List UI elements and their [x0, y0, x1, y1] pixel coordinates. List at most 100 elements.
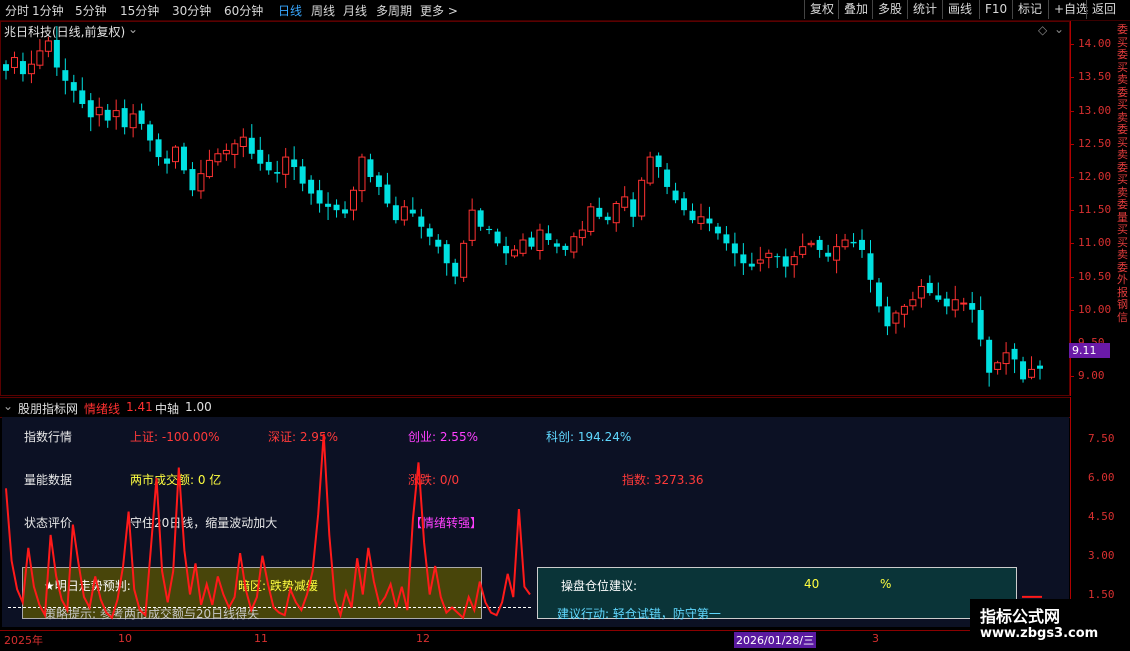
candle-body [960, 302, 968, 305]
candle-body [299, 166, 306, 184]
watermark-url: www.zbgs3.com [980, 626, 1099, 641]
mid-axis-label: 中轴 [155, 402, 180, 416]
period-weekly[interactable]: 周线 [311, 2, 335, 19]
date-label-oct: 10 [118, 632, 132, 645]
candle-body [587, 206, 595, 232]
date-axis: 2025年 10 11 12 3 2026/01/28/三 [0, 630, 1070, 651]
candle-body [714, 226, 721, 234]
period-60min[interactable]: 60分钟 [224, 2, 263, 19]
multi-stock-button[interactable]: 多股 [872, 0, 907, 19]
candle-body [562, 245, 569, 250]
indicator-name: 股朋指标网 [18, 402, 79, 416]
period-more[interactable]: 更多 > [420, 2, 458, 19]
candle-body [205, 159, 213, 178]
candle-body [621, 196, 629, 208]
candle-body [969, 303, 976, 310]
candle-body [409, 209, 416, 214]
period-intraday[interactable]: 分时 [5, 2, 29, 19]
candle-body [19, 61, 26, 75]
candle-body [825, 252, 832, 257]
price-tick-label: 13.00 [1078, 103, 1112, 117]
mood-line-chart[interactable] [0, 417, 1070, 629]
candle-body [291, 159, 298, 168]
candle-body [765, 252, 773, 258]
candle-body [443, 244, 450, 264]
price-tick-label: 12.50 [1078, 136, 1112, 150]
candle-body [672, 190, 679, 201]
period-monthly[interactable]: 月线 [343, 2, 367, 19]
candle-body [367, 159, 374, 177]
candle-body [926, 282, 933, 294]
candle-body [435, 239, 442, 247]
draw-line-button[interactable]: 画线 [942, 0, 977, 19]
candle-body [740, 254, 747, 264]
back-button[interactable]: 返回 [1086, 0, 1121, 19]
date-label-nov: 11 [254, 632, 268, 645]
candle-body [833, 246, 841, 261]
candle-body [44, 40, 52, 52]
mood-line-label: 情绪线 [84, 402, 121, 416]
date-label-mar: 3 [872, 632, 879, 645]
candle-body [418, 216, 425, 227]
candle-body [790, 256, 798, 266]
price-tick-label: 13.50 [1078, 70, 1112, 84]
period-1min[interactable]: 1分钟 [32, 2, 64, 19]
candle-body [333, 204, 340, 211]
candle-body [799, 246, 807, 255]
candle-body [486, 228, 493, 231]
candle-body [53, 39, 60, 68]
candle-body [400, 206, 408, 221]
date-label-dec: 12 [416, 632, 430, 645]
price-tick-mark [1070, 176, 1074, 178]
candle-body [1020, 361, 1027, 380]
candle-body [664, 169, 671, 187]
period-daily[interactable]: 日线 [278, 2, 302, 19]
mood-line [5, 433, 531, 620]
candle-body [155, 139, 162, 158]
candle-body [477, 210, 484, 227]
period-multi[interactable]: 多周期 [376, 2, 412, 19]
candle-body [909, 299, 917, 307]
period-5min[interactable]: 5分钟 [75, 2, 107, 19]
candle-body [231, 143, 239, 155]
candle-body [129, 113, 137, 129]
candle-body [689, 210, 696, 221]
candle-body [917, 285, 925, 299]
candle-body [748, 263, 755, 267]
candle-body [638, 179, 646, 217]
period-15min[interactable]: 15分钟 [120, 2, 159, 19]
f10-button[interactable]: F10 [979, 0, 1012, 19]
candle-body [578, 229, 586, 239]
candle-body [197, 173, 205, 192]
candle-body [147, 124, 154, 141]
restore-rights-button[interactable]: 复权 [804, 0, 839, 19]
candle-body [104, 109, 111, 121]
candle-body [841, 239, 849, 248]
statistics-button[interactable]: 统计 [907, 0, 942, 19]
candle-body [782, 256, 789, 267]
indicator-tick-label: 7.50 [1088, 432, 1115, 446]
candle-body [681, 198, 688, 211]
mark-button[interactable]: 标记 [1012, 0, 1047, 19]
candle-body [392, 205, 399, 221]
indicator-dropdown-icon[interactable]: ⌄ [3, 399, 13, 413]
period-30min[interactable]: 30分钟 [172, 2, 211, 19]
candle-body [460, 242, 468, 278]
price-tick-mark [1070, 243, 1074, 245]
current-price-label: 9.11 [1069, 343, 1110, 358]
candle-body [222, 149, 230, 155]
candle-body [697, 216, 705, 224]
candle-body [630, 199, 637, 217]
candle-body [70, 82, 77, 91]
candle-body [892, 312, 900, 324]
candle-body [1028, 368, 1036, 378]
candle-body [349, 189, 357, 211]
price-tick-mark [1070, 77, 1074, 79]
candlestick-chart[interactable] [0, 21, 1070, 396]
price-tick-label: 10.50 [1078, 269, 1112, 283]
candle-body [774, 256, 781, 258]
watermark-title: 指标公式网 [980, 607, 1061, 626]
price-tick-label: 14.00 [1078, 37, 1112, 51]
candle-body [943, 298, 950, 307]
overlay-button[interactable]: 叠加 [838, 0, 873, 19]
